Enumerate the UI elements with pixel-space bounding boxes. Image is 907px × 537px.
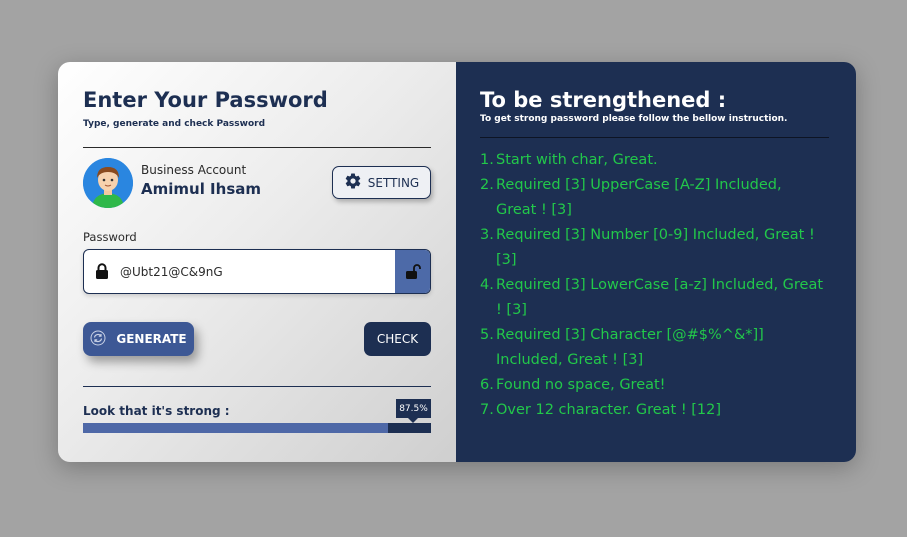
strength-progress-fill — [83, 423, 388, 433]
check-button[interactable]: CHECK — [364, 322, 431, 356]
password-input[interactable] — [120, 260, 390, 284]
rule-item: 6. Found no space, Great! — [480, 373, 825, 398]
rule-number: 5. — [480, 327, 494, 343]
account-name: Amimul Ihsam — [141, 180, 261, 198]
generate-button-label: GENERATE — [116, 332, 187, 346]
rule-text: Start with char, Great. — [496, 152, 658, 168]
rule-item: 1. Start with char, Great. — [480, 148, 825, 173]
rule-item: 3. Required [3] Number [0-9] Included, Gr… — [480, 223, 825, 273]
instructions-panel: To be strengthened : To get strong passw… — [456, 62, 856, 462]
divider — [83, 147, 431, 148]
rule-text: Over 12 character. Great ! [12] — [496, 402, 722, 418]
generate-button[interactable]: GENERATE — [83, 322, 194, 356]
rule-text: Required [3] UpperCase [A-Z] Included, G… — [496, 177, 782, 218]
form-title: Enter Your Password — [83, 88, 328, 112]
rule-number: 6. — [480, 377, 494, 393]
rule-text: Required [3] LowerCase [a-z] Included, G… — [496, 277, 824, 318]
password-field — [83, 249, 431, 294]
rule-item: 4. Required [3] LowerCase [a-z] Included,… — [480, 273, 825, 323]
rule-item: 7. Over 12 character. Great ! [12] — [480, 398, 825, 423]
rule-number: 7. — [480, 402, 494, 418]
divider — [480, 137, 829, 138]
rule-item: 5. Required [3] Character [@#$%^&*]] Incl… — [480, 323, 825, 373]
gear-icon — [344, 172, 362, 193]
user-avatar-icon — [83, 158, 133, 208]
form-subtitle: Type, generate and check Password — [83, 119, 266, 129]
strength-percent-tooltip: 87.5% — [396, 399, 431, 423]
rule-number: 4. — [480, 277, 494, 293]
unlock-icon[interactable] — [395, 250, 430, 293]
rule-number: 3. — [480, 227, 494, 243]
password-label: Password — [83, 230, 137, 244]
rule-text: Found no space, Great! — [496, 377, 666, 393]
strength-label: Look that it's strong : — [83, 404, 230, 418]
rule-text: Required [3] Number [0-9] Included, Grea… — [496, 227, 815, 268]
rule-item: 2. Required [3] UpperCase [A-Z] Included,… — [480, 173, 825, 223]
password-card: Enter Your Password Type, generate and c… — [58, 62, 856, 462]
account-type: Business Account — [141, 163, 247, 177]
setting-button-label: SETTING — [367, 175, 420, 190]
instructions-title: To be strengthened : — [480, 88, 727, 112]
rule-number: 2. — [480, 177, 494, 193]
rule-text: Required [3] Character [@#$%^&*]] Includ… — [496, 327, 764, 368]
instructions-subtitle: To get strong password please follow the… — [480, 114, 788, 124]
strength-progress-bar — [83, 423, 431, 433]
lock-icon — [95, 263, 109, 279]
setting-button[interactable]: SETTING — [332, 166, 431, 199]
rules-list: 1. Start with char, Great. 2. Required [3]… — [480, 148, 825, 423]
rule-number: 1. — [480, 152, 494, 168]
divider — [83, 386, 431, 387]
refresh-icon — [90, 330, 106, 349]
password-form-panel: Enter Your Password Type, generate and c… — [58, 62, 456, 462]
